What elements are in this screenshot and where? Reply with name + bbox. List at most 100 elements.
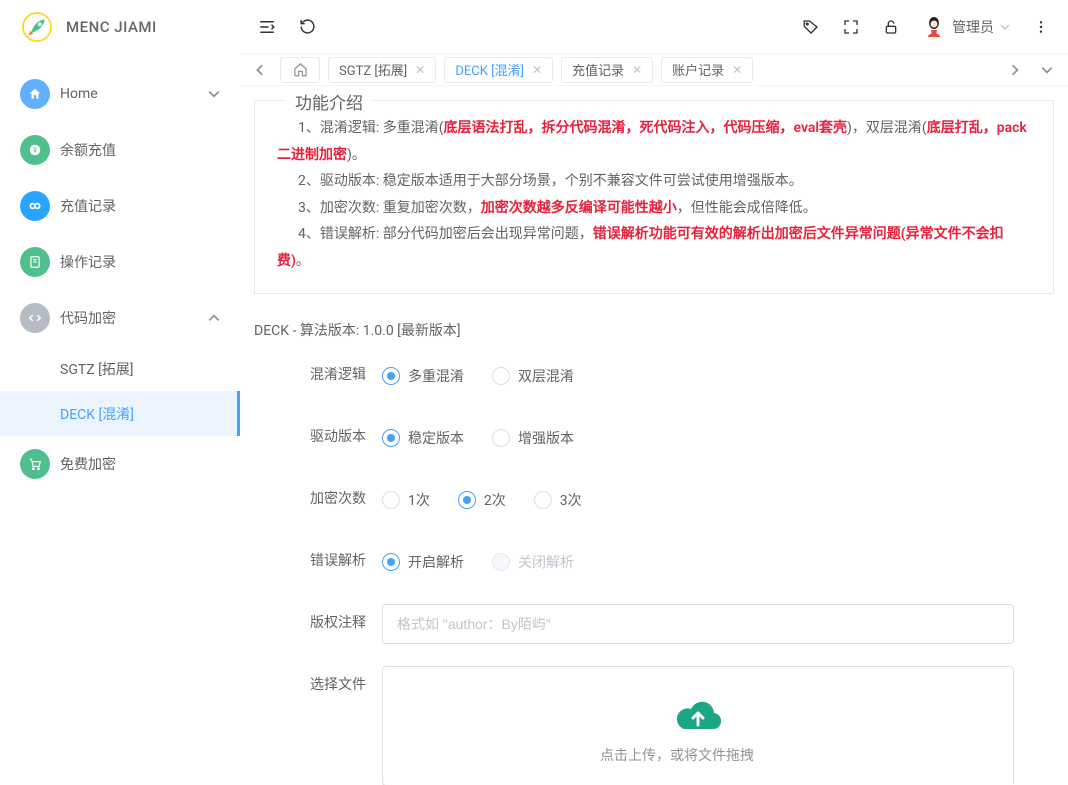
radio-option[interactable]: 3次 <box>534 490 582 510</box>
sidebar-item-0[interactable]: Home <box>0 66 240 122</box>
radio-option[interactable]: 增强版本 <box>492 428 574 448</box>
submenu-item-0[interactable]: SGTZ [拓展] <box>0 346 240 391</box>
intro-text: 3、加密次数: 重复加密次数， <box>298 200 481 216</box>
radio-label: 稳定版本 <box>408 428 464 448</box>
file-uploader[interactable]: 点击上传，或将文件拖拽到此处 <box>382 666 1014 785</box>
lock-icon[interactable] <box>882 18 900 36</box>
label-logic: 混淆逻辑 <box>294 356 366 384</box>
intro-text: 4、错误解析: 部分代码加密后会出现异常问题， <box>298 226 593 242</box>
intro-text: 1、混淆逻辑: 多重混淆( <box>298 120 444 136</box>
radio-option: 关闭解析 <box>492 552 574 572</box>
sidebar-item-5[interactable]: 免费加密 <box>0 436 240 492</box>
row-copyright: 版权注释 <box>294 604 1014 644</box>
close-icon[interactable]: ✕ <box>632 63 642 77</box>
radio-option[interactable]: 双层混淆 <box>492 366 574 386</box>
intro-fieldset: 功能介绍 1、混淆逻辑: 多重混淆(底层语法打乱，拆分代码混淆，死代码注入，代码… <box>254 100 1054 294</box>
code-icon <box>20 303 50 333</box>
chevron-down-icon <box>208 88 220 100</box>
content-area: 功能介绍 1、混淆逻辑: 多重混淆(底层语法打乱，拆分代码混淆，死代码注入，代码… <box>240 86 1068 785</box>
radio-dot <box>492 367 510 385</box>
tab-1[interactable]: DECK [混淆]✕ <box>444 57 553 83</box>
radio-dot <box>382 367 400 385</box>
config-form: 混淆逻辑 多重混淆双层混淆 驱动版本 稳定版本增强版本 加密次数 1次2次3次 … <box>254 356 1054 785</box>
radio-label: 3次 <box>560 490 582 510</box>
sidebar-item-4[interactable]: 代码加密 <box>0 290 240 346</box>
intro-text: 2、驱动版本: 稳定版本适用于大部分场景，个别不兼容文件可尝试使用增强版本。 <box>277 168 1031 195</box>
brand-name: MENC JIAMI <box>66 18 157 36</box>
label-times: 加密次数 <box>294 480 366 508</box>
close-icon[interactable]: ✕ <box>732 63 742 77</box>
radio-option[interactable]: 1次 <box>382 490 430 510</box>
tab-label: 账户记录 <box>672 60 724 79</box>
chevron-down-icon <box>1000 22 1010 32</box>
radio-dot <box>382 553 400 571</box>
menu-label: 充值记录 <box>60 196 240 216</box>
chevron-down-icon <box>208 312 220 324</box>
refresh-icon[interactable] <box>298 18 316 36</box>
link-icon <box>20 191 50 221</box>
copyright-input[interactable] <box>382 604 1014 644</box>
radio-option[interactable]: 多重混淆 <box>382 366 464 386</box>
label-copyright: 版权注释 <box>294 604 366 632</box>
tab-0[interactable]: SGTZ [拓展] ✕ <box>328 57 436 83</box>
intro-text: 。 <box>296 253 310 269</box>
close-icon[interactable]: ✕ <box>415 63 425 77</box>
radio-dot <box>534 491 552 509</box>
wallet-icon: ¥ <box>20 135 50 165</box>
submenu-item-1[interactable]: DECK [混淆] <box>0 391 240 436</box>
radio-label: 关闭解析 <box>518 552 574 572</box>
tabs-bar: SGTZ [拓展]✕DECK [混淆]✕充值记录✕账户记录✕ <box>240 54 1068 86</box>
intro-text: )。 <box>347 147 366 163</box>
tag-icon[interactable] <box>802 18 820 36</box>
tab-prev[interactable] <box>248 57 274 83</box>
radio-option[interactable]: 稳定版本 <box>382 428 464 448</box>
row-logic: 混淆逻辑 多重混淆 双层混淆 <box>294 356 1014 396</box>
menu-label: 操作记录 <box>60 252 240 272</box>
tab-2[interactable]: 充值记录 ✕ <box>561 57 653 83</box>
tab-home[interactable] <box>280 57 320 83</box>
svg-text:¥: ¥ <box>33 146 37 154</box>
fullscreen-icon[interactable] <box>842 18 860 36</box>
more-icon[interactable] <box>1032 18 1050 36</box>
sidebar-menu: Home ¥余额充值充值记录操作记录代码加密 SGTZ [拓展]DECK [混淆] 免… <box>0 54 240 785</box>
close-icon[interactable]: ✕ <box>532 63 542 77</box>
label-parse: 错误解析 <box>294 542 366 570</box>
tab-3[interactable]: 账户记录 ✕ <box>661 57 753 83</box>
tab-label: 充值记录 <box>572 60 624 79</box>
collapse-icon[interactable] <box>258 18 276 36</box>
doc-icon <box>20 247 50 277</box>
intro-highlight: 加密次数越多反编译可能性越小 <box>481 200 677 216</box>
sidebar-item-3[interactable]: 操作记录 <box>0 234 240 290</box>
intro-text: )，双层混淆( <box>847 120 927 136</box>
radio-label: 1次 <box>408 490 430 510</box>
menu-label: 代码加密 <box>60 308 208 328</box>
cart-icon <box>20 449 50 479</box>
radio-option[interactable]: 开启解析 <box>382 552 464 572</box>
logo-area: MENC JIAMI <box>0 0 240 54</box>
radio-dot <box>492 553 510 571</box>
label-file: 选择文件 <box>294 666 366 694</box>
tab-next[interactable] <box>1002 57 1028 83</box>
tab-label: SGTZ [拓展] <box>339 60 407 79</box>
radio-label: 多重混淆 <box>408 366 464 386</box>
radio-label: 双层混淆 <box>518 366 574 386</box>
home-icon <box>20 79 50 109</box>
cloud-upload-icon <box>672 693 724 735</box>
radio-dot <box>458 491 476 509</box>
menu-label: Home <box>60 86 208 102</box>
sidebar-item-2[interactable]: 充值记录 <box>0 178 240 234</box>
avatar <box>922 15 946 39</box>
sidebar-item-1[interactable]: ¥余额充值 <box>0 122 240 178</box>
radio-dot <box>492 429 510 447</box>
radio-option[interactable]: 2次 <box>458 490 506 510</box>
topbar: 管理员 <box>240 0 1068 54</box>
user-dropdown[interactable]: 管理员 <box>922 15 1010 39</box>
intro-text: ，但性能会成倍降低。 <box>677 200 817 216</box>
user-name: 管理员 <box>952 17 994 37</box>
rocket-icon <box>22 12 52 42</box>
radio-label: 开启解析 <box>408 552 464 572</box>
menu-label: 免费加密 <box>60 454 240 474</box>
overlay <box>753 685 1013 785</box>
intro-highlight: 底层语法打乱，拆分代码混淆，死代码注入，代码压缩，eval套壳 <box>444 120 848 136</box>
tab-dropdown[interactable] <box>1034 57 1060 83</box>
